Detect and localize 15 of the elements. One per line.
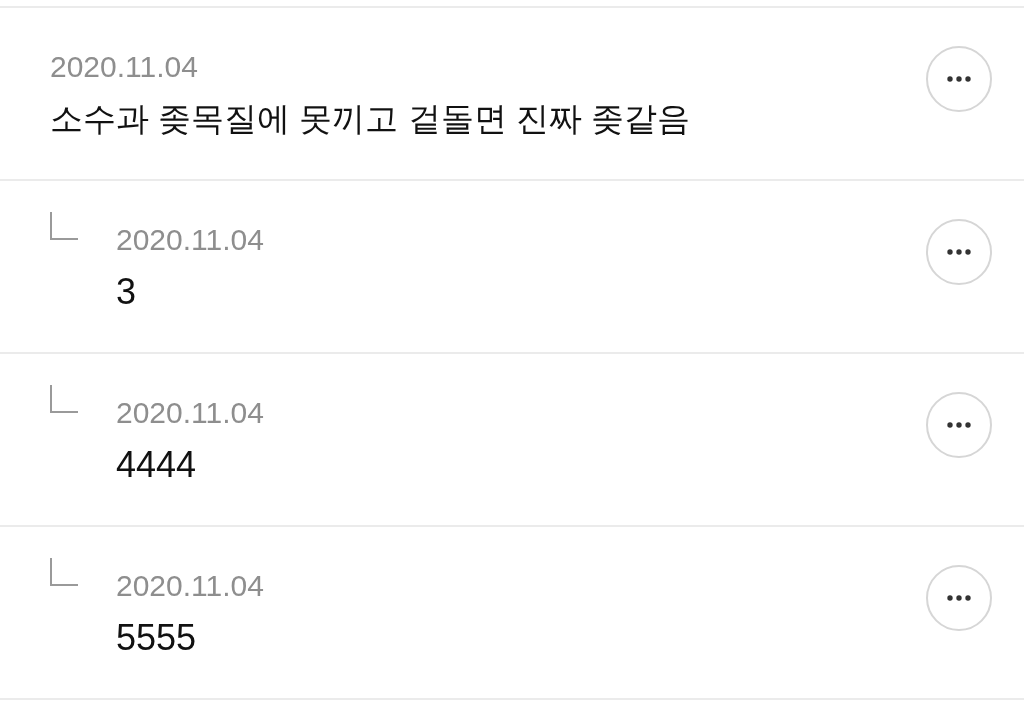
ellipsis-icon <box>947 595 971 601</box>
comment-date: 2020.11.04 <box>116 222 264 258</box>
comment-text: 소수과 좆목질에 못끼고 겉돌면 진짜 좆같음 <box>50 99 690 139</box>
ellipsis-icon <box>947 76 971 82</box>
comment-text: 3 <box>116 270 137 314</box>
reply-corner-icon <box>50 558 78 586</box>
reply-corner-icon <box>50 212 78 240</box>
comment-text: 4444 <box>116 443 197 487</box>
ellipsis-icon <box>947 249 971 255</box>
comment-date: 2020.11.04 <box>116 568 264 604</box>
comment-text: 5555 <box>116 616 197 660</box>
ellipsis-icon <box>947 422 971 428</box>
comment-date: 2020.11.04 <box>116 395 264 431</box>
comment-date: 2020.11.04 <box>50 49 198 85</box>
reply-corner-icon <box>50 385 78 413</box>
